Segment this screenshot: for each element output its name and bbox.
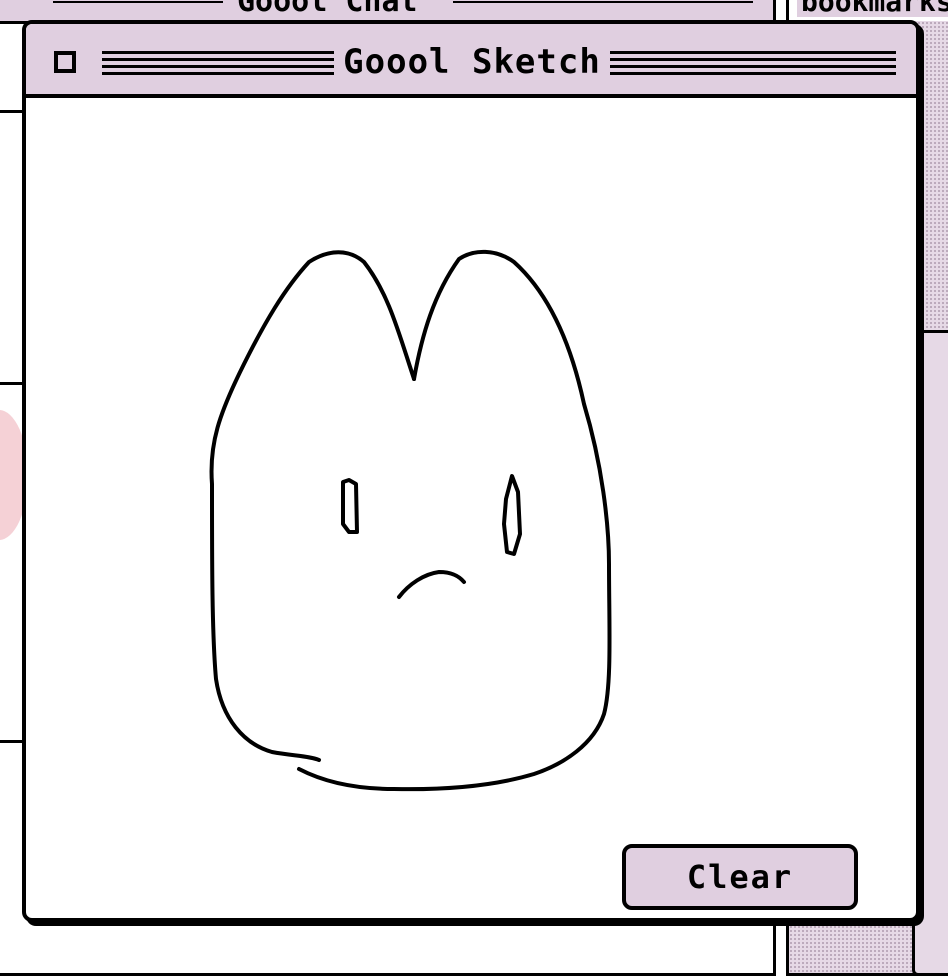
drawing-left-eye [341,478,359,534]
divider [0,740,24,743]
drawing-canvas[interactable]: Clear [26,98,916,918]
divider [0,382,24,385]
clear-button[interactable]: Clear [622,844,858,910]
drawing-mouth [397,570,466,599]
background-bookmarks-title[interactable]: bookmarks [797,0,948,17]
sketch-drawing [209,249,612,792]
drawing-head-outline-right [297,249,612,792]
background-chat-title: Goool Chat [231,0,424,17]
titlebar-stripes [53,0,223,5]
sketch-window: Goool Sketch Clear [22,20,920,922]
drawing-right-eye [502,474,522,556]
divider [0,110,24,113]
titlebar-stripes [453,0,753,5]
drawing-head-outline [209,250,416,762]
